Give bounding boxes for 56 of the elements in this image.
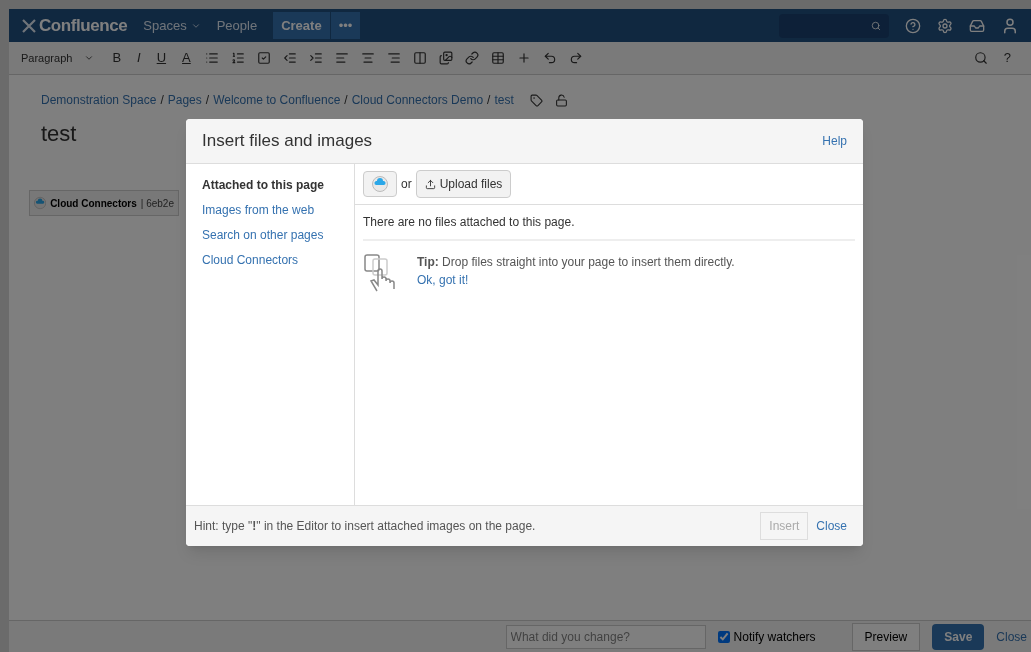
preview-button[interactable]: Preview — [851, 622, 921, 651]
caret-icon — [84, 53, 95, 63]
dialog-title: Insert files and images — [202, 130, 373, 153]
format-button[interactable]: B — [106, 48, 128, 68]
or-label: or — [401, 176, 412, 193]
more-button[interactable]: ••• — [330, 11, 361, 40]
help-icon[interactable] — [905, 17, 921, 34]
unlock-icon[interactable] — [554, 93, 568, 107]
settings-icon[interactable] — [937, 17, 953, 34]
breadcrumb-separator: / — [160, 92, 164, 109]
cloud-icon — [372, 176, 388, 192]
page-title: test — [41, 120, 77, 148]
search-field[interactable] — [779, 13, 889, 38]
help-link[interactable]: Help — [822, 132, 847, 150]
sidebar-item[interactable]: Images from the web — [202, 201, 338, 219]
hint-text: Hint: type "!" in the Editor to insert attached images on the page. — [194, 518, 536, 535]
dismiss-tip-link[interactable]: Ok, got it! — [417, 273, 469, 287]
paragraph-dropdown[interactable]: Paragraph — [21, 49, 103, 67]
macro-name: Cloud Connectors — [50, 196, 137, 211]
save-button[interactable]: Save — [932, 623, 985, 650]
format-button[interactable]: A — [176, 48, 197, 68]
breadcrumb-link[interactable]: Cloud Connectors Demo — [351, 91, 484, 109]
empty-message: There are no files attached to this page. — [363, 205, 855, 241]
macro-detail: | 6eb2e — [140, 196, 174, 211]
breadcrumb-link[interactable]: Demonstration Space — [41, 91, 157, 109]
upload-icon — [424, 178, 436, 190]
breadcrumb-separator: / — [344, 92, 348, 109]
notify-checkbox[interactable] — [717, 630, 730, 643]
breadcrumb-link[interactable]: Pages — [167, 91, 202, 109]
confluence-logo[interactable]: Confluence — [39, 12, 128, 39]
logo-icon[interactable] — [21, 18, 37, 33]
tip-text: Tip: Drop files straight into your page to insert them directly. — [417, 254, 735, 271]
nav-link[interactable]: People — [216, 15, 258, 36]
sidebar-item[interactable]: Attached to this page — [202, 176, 338, 194]
breadcrumb-separator: / — [487, 92, 491, 109]
breadcrumb-separator: / — [205, 92, 210, 109]
sidebar-item[interactable]: Cloud Connectors — [202, 251, 338, 269]
create-button[interactable]: Create — [273, 11, 330, 40]
format-button[interactable]: U — [150, 48, 173, 68]
close-link[interactable]: Close — [816, 517, 847, 535]
cloud-icon — [34, 195, 47, 211]
change-comment-field[interactable]: What did you change? — [505, 624, 706, 649]
breadcrumb-link[interactable]: Welcome to Confluence — [213, 91, 341, 109]
close-link[interactable]: Close — [996, 627, 1027, 646]
avatar-icon[interactable] — [1001, 16, 1019, 35]
sidebar-item[interactable]: Search on other pages — [202, 226, 338, 244]
format-button[interactable]: I — [131, 48, 147, 68]
search-icon — [871, 20, 881, 31]
breadcrumb-link[interactable]: test — [494, 91, 514, 109]
help-button[interactable]: ? — [995, 48, 1019, 68]
nav-link[interactable]: Spaces — [143, 15, 201, 36]
label-icon[interactable] — [529, 93, 543, 107]
upload-button[interactable]: Upload files — [415, 170, 512, 198]
notify-label: Notify watchers — [733, 628, 816, 646]
cloud-button[interactable] — [363, 171, 397, 197]
inbox-icon[interactable] — [969, 17, 985, 34]
